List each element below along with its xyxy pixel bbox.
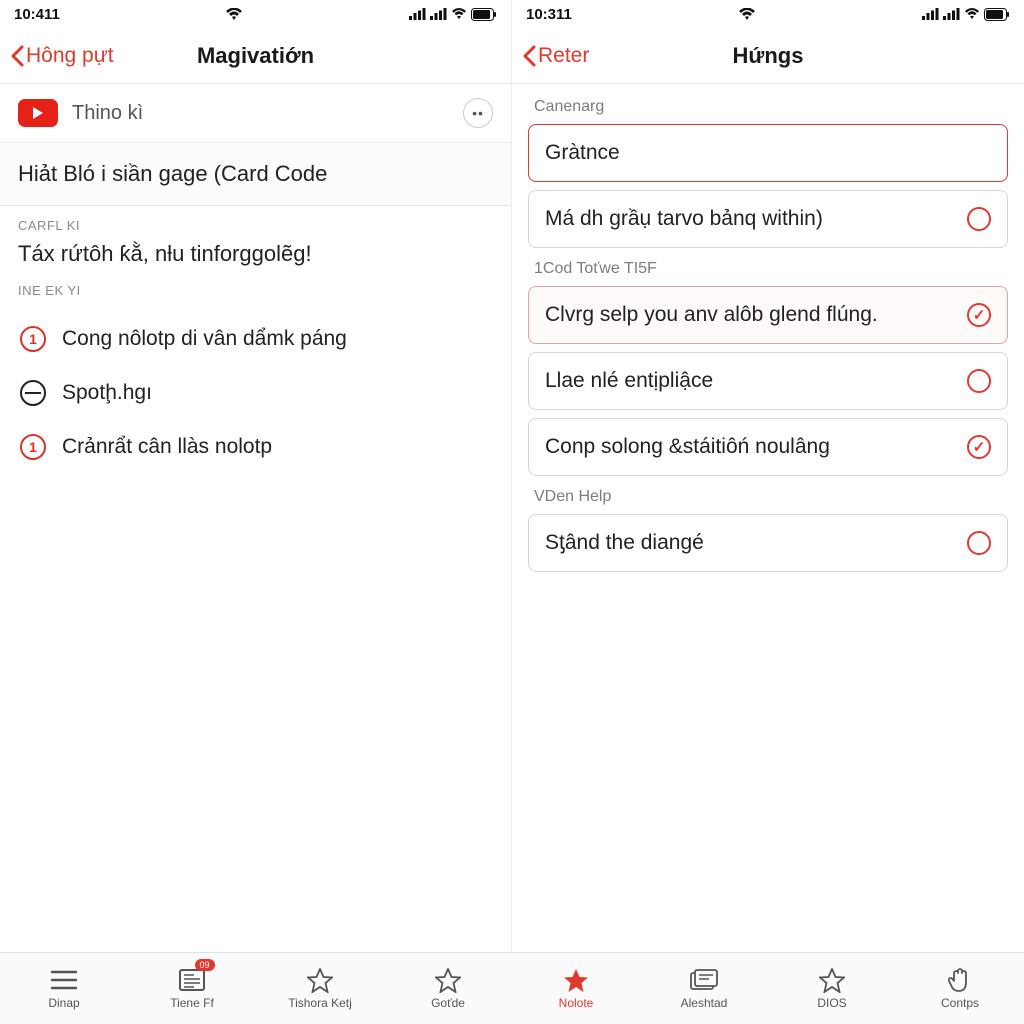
- option-row[interactable]: Sƫând the diangé: [528, 514, 1008, 572]
- video-title: Thino kì: [72, 102, 449, 125]
- back-label: Reter: [538, 44, 589, 68]
- number-bullet: 1: [20, 434, 46, 460]
- back-button[interactable]: Reter: [522, 44, 589, 68]
- list-item-text: Spotḩ.hgı: [62, 381, 152, 405]
- group-label: Canenarg: [528, 94, 1008, 116]
- option-text: Clvrg selp you anv alôb glend flúng.: [545, 303, 878, 327]
- tab-badge: 09: [195, 959, 215, 971]
- tab-dios[interactable]: DIOS: [768, 953, 896, 1024]
- star-filled-icon: [563, 967, 589, 993]
- nav-bar-left: Hông pựt Magivatiớn: [0, 28, 511, 84]
- tab-nolote[interactable]: Nolote: [512, 953, 640, 1024]
- play-icon: [18, 99, 58, 127]
- status-bar-right: 10:311: [512, 0, 1024, 28]
- star-icon: [819, 967, 845, 993]
- group-label: 1Cod Toťwe TI5F: [528, 256, 1008, 278]
- star-icon: [435, 967, 461, 993]
- battery-icon: [471, 8, 497, 21]
- status-time: 10:311: [526, 6, 572, 23]
- status-bar-left: 10:411: [0, 0, 511, 28]
- option-text: Conp solong &stáitiôń noulâng: [545, 435, 830, 459]
- list-item-text: Crảnrẩt cân llàs nolotp: [62, 435, 272, 459]
- group-label: VDen Help: [528, 484, 1008, 506]
- list-item[interactable]: Spotḩ.hgı: [0, 366, 511, 420]
- tab-aleshtad[interactable]: Aleshtad: [640, 953, 768, 1024]
- option-row[interactable]: Má dh grầụ tarvo bảnq within): [528, 190, 1008, 248]
- option-text: Má dh grầụ tarvo bảnq within): [545, 207, 823, 231]
- tab-label: DIOS: [817, 996, 846, 1010]
- hand-icon: [948, 967, 972, 993]
- tab-label: Tishora Ketj: [288, 996, 352, 1010]
- tab-label: Contps: [941, 996, 979, 1010]
- signal-icon-2: [430, 8, 447, 20]
- section-label-2: INE EK YI: [0, 271, 511, 302]
- headline: Táx rứtôh ƙằ, nƚu tinforggolẽg!: [0, 237, 511, 271]
- tab-dinap[interactable]: Dinap: [0, 953, 128, 1024]
- star-icon: [307, 967, 333, 993]
- tab-contps[interactable]: Contps: [896, 953, 1024, 1024]
- list-item[interactable]: 1 Crảnrẩt cân llàs nolotp: [0, 420, 511, 474]
- nav-bar-right: Reter Hứngs: [512, 28, 1024, 84]
- section-label: CARFL KI: [0, 206, 511, 237]
- tab-label: Tiene Ff: [170, 996, 214, 1010]
- signal-icon: [922, 8, 939, 20]
- tab-label: Dinap: [48, 996, 79, 1010]
- wifi-icon-2: [451, 8, 467, 20]
- status-time: 10:411: [14, 6, 60, 23]
- list-item-text: Cong nôlotp di vân dẩmk páng: [62, 327, 347, 351]
- wifi-icon-2: [964, 8, 980, 20]
- list-heading[interactable]: Hiảt Bló i siần gage (Card Code: [0, 143, 511, 206]
- signal-icon: [409, 8, 426, 20]
- list-item[interactable]: 1 Cong nôlotp di vân dẩmk páng: [0, 312, 511, 366]
- wifi-icon: [225, 8, 243, 21]
- option-row[interactable]: Conp solong &stáitiôń noulâng: [528, 418, 1008, 476]
- hamburger-icon: [51, 967, 77, 993]
- tab-tishora[interactable]: Tishora Ketj: [256, 953, 384, 1024]
- option-text: Llae nlé entịpliậce: [545, 369, 713, 393]
- back-label: Hông pựt: [26, 44, 114, 68]
- back-button[interactable]: Hông pựt: [10, 44, 114, 68]
- radio-icon[interactable]: [967, 207, 991, 231]
- option-row[interactable]: Llae nlé entịpliậce: [528, 352, 1008, 410]
- tab-label: Nolote: [559, 996, 594, 1010]
- video-card[interactable]: Thino kì ••: [0, 84, 511, 143]
- radio-checked-icon[interactable]: [967, 435, 991, 459]
- option-row[interactable]: Clvrg selp you anv alôb glend flúng.: [528, 286, 1008, 344]
- radio-icon[interactable]: [967, 369, 991, 393]
- tab-label: Goťde: [431, 996, 465, 1010]
- page-title: Hứngs: [733, 43, 804, 69]
- page-title: Magivatiớn: [197, 43, 314, 69]
- battery-icon: [984, 8, 1010, 21]
- signal-icon-2: [943, 8, 960, 20]
- numbered-list: 1 Cong nôlotp di vân dẩmk páng Spotḩ.hgı…: [0, 302, 511, 484]
- tab-label: Aleshtad: [681, 996, 728, 1010]
- number-bullet: 1: [20, 326, 46, 352]
- card-icon: [690, 967, 718, 993]
- chevron-left-icon: [10, 45, 24, 67]
- chevron-left-icon: [522, 45, 536, 67]
- options-list: Canenarg Gràtnce Má dh grầụ tarvo bảnq w…: [512, 84, 1024, 572]
- radio-icon[interactable]: [967, 531, 991, 555]
- option-input[interactable]: Gràtnce: [528, 124, 1008, 182]
- status-right: [922, 8, 1010, 21]
- screen-right: 10:311 Reter Hứngs Canenarg Gràtnce: [512, 0, 1024, 952]
- tab-tiene[interactable]: 09 Tiene Ff: [128, 953, 256, 1024]
- tab-gofde[interactable]: Goťde: [384, 953, 512, 1024]
- more-button[interactable]: ••: [463, 98, 493, 128]
- circle-icon: [20, 380, 46, 406]
- radio-checked-icon[interactable]: [967, 303, 991, 327]
- option-text: Sƫând the diangé: [545, 531, 704, 555]
- screen-left: 10:411 Hông pựt Magivatiớn Thino kì •• H: [0, 0, 512, 952]
- option-text: Gràtnce: [545, 141, 620, 165]
- wifi-icon: [738, 8, 756, 21]
- status-right: [409, 8, 497, 21]
- tab-bar: Dinap 09 Tiene Ff Tishora Ketj Goťde Nol…: [0, 952, 1024, 1024]
